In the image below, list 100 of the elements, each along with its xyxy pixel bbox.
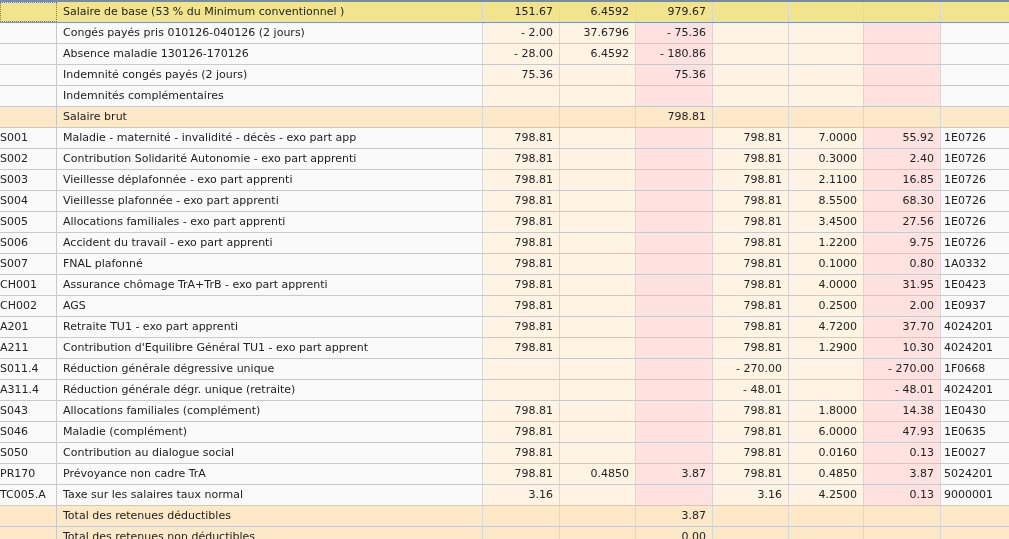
table-cell: 4.2500: [789, 485, 864, 505]
table-cell: 37.70: [864, 317, 941, 337]
table-cell: 798.81: [483, 401, 560, 421]
table-cell: 798.81: [483, 128, 560, 148]
table-cell: 1.8000: [789, 401, 864, 421]
table-cell: 8.5500: [789, 191, 864, 211]
table-cell: 31.95: [864, 275, 941, 295]
table-cell: - 75.36: [636, 23, 713, 43]
table-cell: 3.87: [636, 464, 713, 484]
table-cell: 3.87: [864, 464, 941, 484]
code-cell: S011.4: [0, 359, 57, 379]
code-cell: A211: [0, 338, 57, 358]
table-cell: 798.81: [483, 338, 560, 358]
code-cell: S046: [0, 422, 57, 442]
table-cell: 798.81: [713, 149, 789, 169]
table-cell: 0.3000: [789, 149, 864, 169]
table-cell: 7.0000: [789, 128, 864, 148]
code-cell: A201: [0, 317, 57, 337]
table-cell: 47.93: [864, 422, 941, 442]
table-cell: 6.4592: [560, 44, 636, 64]
table-cell: - 28.00: [483, 44, 560, 64]
table-cell: 2.00: [864, 296, 941, 316]
table-cell: 14.38: [864, 401, 941, 421]
table-cell-text: 4024201: [943, 340, 994, 356]
table-cell: 798.81: [713, 422, 789, 442]
table-cell: 10.30: [864, 338, 941, 358]
table-cell: 798.81: [483, 170, 560, 190]
table-cell: 798.81: [483, 275, 560, 295]
table-cell-text: 1E0423: [943, 277, 987, 293]
table-cell-text: 5024201: [943, 466, 994, 482]
table-cell: 75.36: [483, 65, 560, 85]
code-cell: S050: [0, 443, 57, 463]
table-cell: 798.81: [713, 401, 789, 421]
table-cell-text: 1E0430: [943, 403, 987, 419]
table-cell: 798.81: [713, 191, 789, 211]
table-cell: 27.56: [864, 212, 941, 232]
table-cell-text: 4024201: [943, 382, 994, 398]
table-cell-text: 1E0726: [943, 151, 987, 167]
table-cell: 0.80: [864, 254, 941, 274]
table-cell-text: 1E0635: [943, 424, 987, 440]
table-cell: 55.92: [864, 128, 941, 148]
table-cell: 0.1000: [789, 254, 864, 274]
table-cell: 3.16: [483, 485, 560, 505]
table-cell: 798.81: [713, 170, 789, 190]
table-cell: 798.81: [713, 128, 789, 148]
code-cell: S043: [0, 401, 57, 421]
code-cell: S003: [0, 170, 57, 190]
table-cell: 798.81: [713, 233, 789, 253]
table-cell: - 48.01: [864, 380, 941, 400]
table-cell: 798.81: [483, 149, 560, 169]
table-cell: 4.0000: [789, 275, 864, 295]
table-cell-text: 1E0726: [943, 172, 987, 188]
table-cell: 0.0160: [789, 443, 864, 463]
table-cell: 798.81: [483, 422, 560, 442]
table-cell: 798.81: [483, 254, 560, 274]
table-cell: 2.1100: [789, 170, 864, 190]
table-cell: 75.36: [636, 65, 713, 85]
table-cell: 798.81: [483, 464, 560, 484]
table-cell: 0.2500: [789, 296, 864, 316]
code-cell: S005: [0, 212, 57, 232]
code-cell: S006: [0, 233, 57, 253]
code-cell: CH001: [0, 275, 57, 295]
table-cell-text: 1F0668: [943, 361, 987, 377]
code-cell: A311.4: [0, 380, 57, 400]
table-cell: - 270.00: [713, 359, 789, 379]
table-cell: 798.81: [483, 443, 560, 463]
table-cell: 0.13: [864, 443, 941, 463]
table-cell-text: 1E0726: [943, 130, 987, 146]
table-cell: 2.40: [864, 149, 941, 169]
table-cell: 798.81: [713, 254, 789, 274]
code-cell: S001: [0, 128, 57, 148]
code-cell: S004: [0, 191, 57, 211]
table-cell: 798.81: [483, 296, 560, 316]
table-cell: 6.0000: [789, 422, 864, 442]
table-cell: 798.81: [713, 338, 789, 358]
code-cell: S007: [0, 254, 57, 274]
table-cell-text: 1E0027: [943, 445, 987, 461]
table-cell: - 48.01: [713, 380, 789, 400]
table-cell: 0.4850: [789, 464, 864, 484]
table-cell: 798.81: [713, 212, 789, 232]
table-cell-text: 1E0726: [943, 235, 987, 251]
table-cell: 798.81: [713, 464, 789, 484]
table-cell: 798.81: [483, 317, 560, 337]
table-cell: 798.81: [713, 275, 789, 295]
table-cell-text: 4024201: [943, 319, 994, 335]
table-cell: 798.81: [483, 233, 560, 253]
table-cell: 9.75: [864, 233, 941, 253]
code-cell: S002: [0, 149, 57, 169]
table-cell: 37.6796: [560, 23, 636, 43]
table-cell: 798.81: [483, 191, 560, 211]
table-cell: 3.16: [713, 485, 789, 505]
table-cell-text: 1E0937: [943, 298, 987, 314]
table-cell: - 270.00: [864, 359, 941, 379]
code-cell: PR170: [0, 464, 57, 484]
table-cell: 798.81: [713, 296, 789, 316]
table-cell-text: 1A0332: [943, 256, 988, 272]
table-cell-text: 1E0726: [943, 214, 987, 230]
table-cell: 798.81: [483, 212, 560, 232]
table-cell: 1.2200: [789, 233, 864, 253]
table-cell: 798.81: [713, 443, 789, 463]
